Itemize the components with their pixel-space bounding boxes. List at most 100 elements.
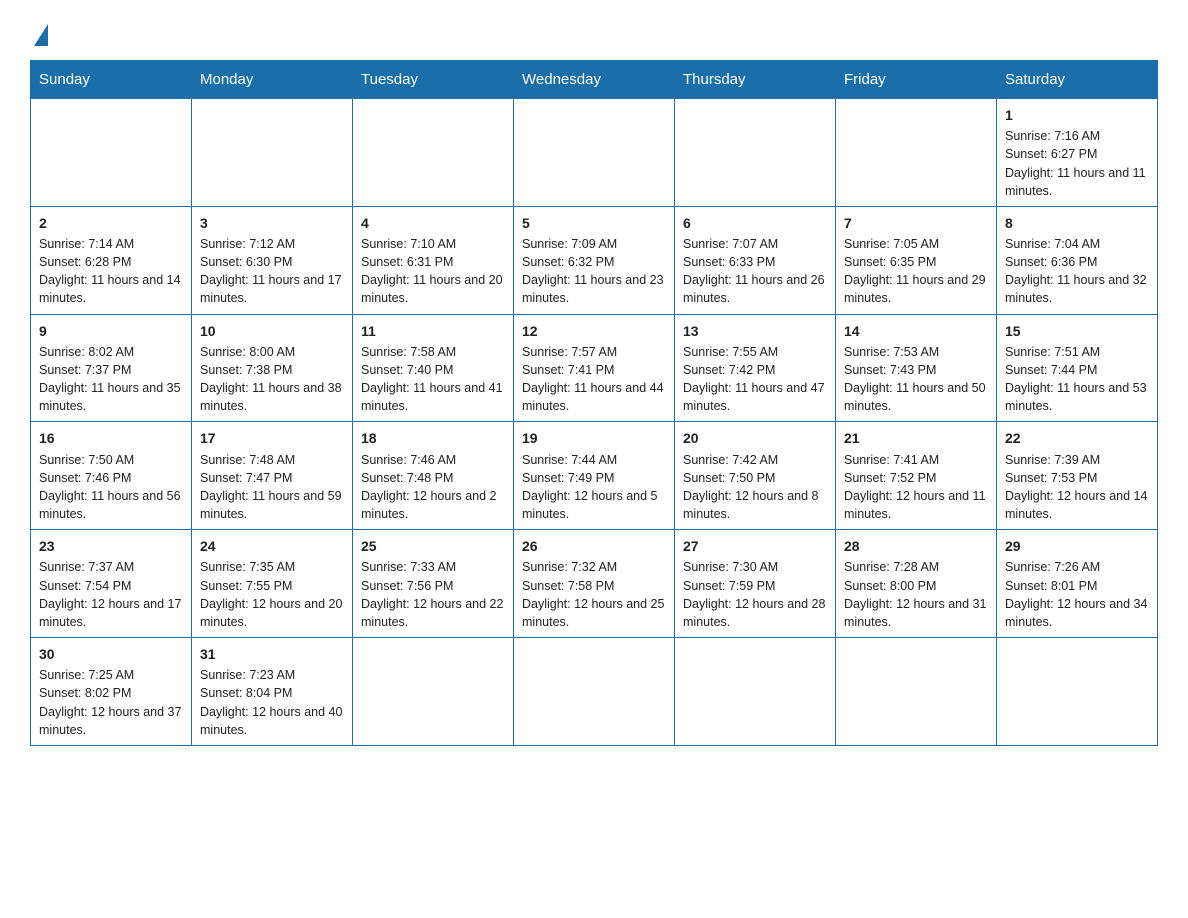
sunrise-text: Sunrise: 7:57 AM [522,345,617,359]
daylight-text: Daylight: 11 hours and 47 minutes. [683,381,825,413]
calendar-cell: 4Sunrise: 7:10 AMSunset: 6:31 PMDaylight… [353,206,514,314]
sunset-text: Sunset: 7:48 PM [361,471,453,485]
calendar-cell: 11Sunrise: 7:58 AMSunset: 7:40 PMDayligh… [353,314,514,422]
daylight-text: Daylight: 12 hours and 28 minutes. [683,597,825,629]
daylight-text: Daylight: 11 hours and 50 minutes. [844,381,986,413]
daylight-text: Daylight: 11 hours and 23 minutes. [522,273,664,305]
day-number: 14 [844,321,988,341]
sunset-text: Sunset: 7:40 PM [361,363,453,377]
calendar-cell: 21Sunrise: 7:41 AMSunset: 7:52 PMDayligh… [836,422,997,530]
day-number: 19 [522,428,666,448]
daylight-text: Daylight: 12 hours and 14 minutes. [1005,489,1147,521]
day-number: 5 [522,213,666,233]
daylight-text: Daylight: 12 hours and 11 minutes. [844,489,986,521]
weekday-header-thursday: Thursday [675,61,836,99]
calendar-cell: 8Sunrise: 7:04 AMSunset: 6:36 PMDaylight… [997,206,1158,314]
calendar-cell [353,637,514,745]
calendar-cell: 23Sunrise: 7:37 AMSunset: 7:54 PMDayligh… [31,530,192,638]
sunrise-text: Sunrise: 8:00 AM [200,345,295,359]
calendar-cell: 12Sunrise: 7:57 AMSunset: 7:41 PMDayligh… [514,314,675,422]
day-number: 6 [683,213,827,233]
calendar-cell: 25Sunrise: 7:33 AMSunset: 7:56 PMDayligh… [353,530,514,638]
sunrise-text: Sunrise: 7:10 AM [361,237,456,251]
sunset-text: Sunset: 6:31 PM [361,255,453,269]
calendar-cell [192,99,353,207]
daylight-text: Daylight: 12 hours and 20 minutes. [200,597,342,629]
calendar-cell [514,99,675,207]
calendar-cell: 28Sunrise: 7:28 AMSunset: 8:00 PMDayligh… [836,530,997,638]
page-header [30,20,1158,44]
calendar-cell: 5 Sunrise: 7:09 AM Sunset: 6:32 PM Daylight… [514,206,675,314]
calendar-cell: 18Sunrise: 7:46 AMSunset: 7:48 PMDayligh… [353,422,514,530]
sunset-text: Sunset: 7:38 PM [200,363,292,377]
day-number: 29 [1005,536,1149,556]
daylight-text: Daylight: 11 hours and 11 minutes. [1005,166,1146,198]
calendar-cell: 16Sunrise: 7:50 AMSunset: 7:46 PMDayligh… [31,422,192,530]
calendar-cell: 30Sunrise: 7:25 AMSunset: 8:02 PMDayligh… [31,637,192,745]
sunrise-text: Sunrise: 7:23 AM [200,668,295,682]
day-number: 16 [39,428,183,448]
sunrise-text: Sunrise: 7:53 AM [844,345,939,359]
sunset-text: Sunset: 6:36 PM [1005,255,1097,269]
calendar-week-5: 23Sunrise: 7:37 AMSunset: 7:54 PMDayligh… [31,530,1158,638]
sunrise-text: Sunrise: 7:51 AM [1005,345,1100,359]
sunset-text: Sunset: 7:50 PM [683,471,775,485]
day-number: 26 [522,536,666,556]
calendar-cell: 27Sunrise: 7:30 AMSunset: 7:59 PMDayligh… [675,530,836,638]
weekday-header-wednesday: Wednesday [514,61,675,99]
day-number: 23 [39,536,183,556]
sunset-text: Sunset: 7:55 PM [200,579,292,593]
calendar-cell: 15 Sunrise: 7:51 AM Sunset: 7:44 PM Dayligh… [997,314,1158,422]
daylight-text: Daylight: 12 hours and 22 minutes. [361,597,503,629]
calendar-table: SundayMondayTuesdayWednesdayThursdayFrid… [30,60,1158,746]
day-number: 12 [522,321,666,341]
sunrise-text: Sunrise: 7:16 AM [1005,129,1100,143]
daylight-text: Daylight: 11 hours and 38 minutes. [200,381,342,413]
sunrise-text: Sunrise: 7:50 AM [39,453,134,467]
calendar-cell [836,99,997,207]
day-number: 15 [1005,321,1149,341]
calendar-cell: 24Sunrise: 7:35 AMSunset: 7:55 PMDayligh… [192,530,353,638]
sunrise-text: Sunrise: 7:33 AM [361,560,456,574]
calendar-cell: 19Sunrise: 7:44 AMSunset: 7:49 PMDayligh… [514,422,675,530]
day-number: 3 [200,213,344,233]
sunrise-text: Sunrise: 7:05 AM [844,237,939,251]
weekday-header-friday: Friday [836,61,997,99]
sunset-text: Sunset: 6:35 PM [844,255,936,269]
calendar-cell [836,637,997,745]
logo [30,24,48,44]
day-number: 7 [844,213,988,233]
sunset-text: Sunset: 7:46 PM [39,471,131,485]
calendar-cell [353,99,514,207]
daylight-text: Daylight: 11 hours and 53 minutes. [1005,381,1147,413]
sunrise-text: Sunrise: 7:09 AM [522,237,617,251]
sunset-text: Sunset: 6:32 PM [522,255,614,269]
weekday-header-monday: Monday [192,61,353,99]
daylight-text: Daylight: 11 hours and 59 minutes. [200,489,342,521]
calendar-cell [997,637,1158,745]
day-number: 10 [200,321,344,341]
sunset-text: Sunset: 7:59 PM [683,579,775,593]
day-number: 27 [683,536,827,556]
calendar-cell: 6Sunrise: 7:07 AMSunset: 6:33 PMDaylight… [675,206,836,314]
sunset-text: Sunset: 8:02 PM [39,686,131,700]
daylight-text: Daylight: 11 hours and 26 minutes. [683,273,825,305]
sunrise-text: Sunrise: 7:28 AM [844,560,939,574]
sunset-text: Sunset: 8:01 PM [1005,579,1097,593]
sunrise-text: Sunrise: 7:04 AM [1005,237,1100,251]
sunrise-text: Sunrise: 7:32 AM [522,560,617,574]
calendar-cell: 2Sunrise: 7:14 AMSunset: 6:28 PMDaylight… [31,206,192,314]
sunrise-text: Sunrise: 7:48 AM [200,453,295,467]
day-number: 8 [1005,213,1149,233]
daylight-text: Daylight: 11 hours and 20 minutes. [361,273,503,305]
daylight-text: Daylight: 11 hours and 29 minutes. [844,273,986,305]
calendar-cell: 10 Sunrise: 8:00 AM Sunset: 7:38 PM Dayligh… [192,314,353,422]
day-number: 22 [1005,428,1149,448]
sunrise-text: Sunrise: 7:37 AM [39,560,134,574]
calendar-week-3: 9Sunrise: 8:02 AMSunset: 7:37 PMDaylight… [31,314,1158,422]
day-number: 18 [361,428,505,448]
sunset-text: Sunset: 7:49 PM [522,471,614,485]
sunset-text: Sunset: 7:44 PM [1005,363,1097,377]
calendar-cell: 29Sunrise: 7:26 AMSunset: 8:01 PMDayligh… [997,530,1158,638]
day-number: 25 [361,536,505,556]
